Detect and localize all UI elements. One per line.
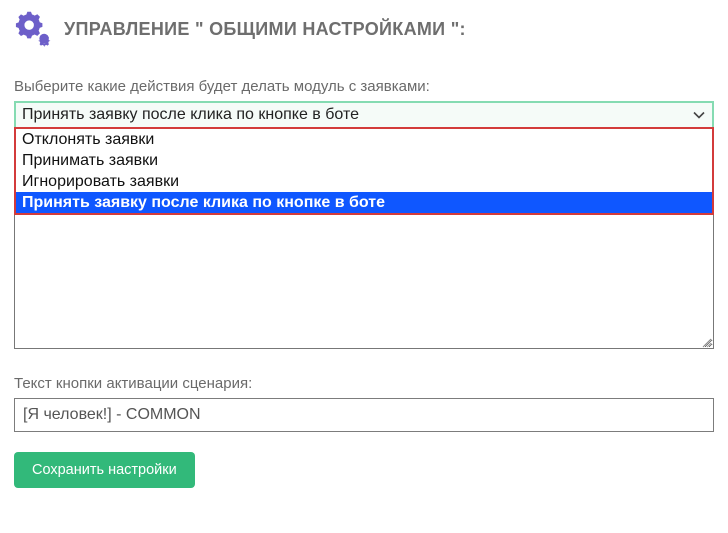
page-header: УПРАВЛЕНИЕ " ОБЩИМИ НАСТРОЙКАМИ ": — [0, 0, 728, 54]
dropdown-option[interactable]: Отклонять заявки — [16, 129, 712, 150]
gears-icon — [14, 10, 52, 48]
save-button[interactable]: Сохранить настройки — [14, 452, 195, 488]
content-area: Выберите какие действия будет делать мод… — [0, 54, 728, 502]
button-text-input[interactable] — [14, 398, 714, 432]
textarea-field[interactable] — [14, 215, 714, 349]
action-select-dropdown[interactable]: Отклонять заявки Принимать заявки Игнори… — [14, 127, 714, 215]
action-select-label: Выберите какие действия будет делать мод… — [14, 78, 714, 95]
page-title: УПРАВЛЕНИЕ " ОБЩИМИ НАСТРОЙКАМИ ": — [64, 19, 466, 40]
resize-handle-icon[interactable] — [700, 335, 712, 347]
dropdown-option-selected[interactable]: Принять заявку после клика по кнопке в б… — [16, 192, 712, 213]
action-select[interactable]: Принять заявку после клика по кнопке в б… — [14, 101, 714, 129]
action-select-value: Принять заявку после клика по кнопке в б… — [16, 103, 712, 127]
dropdown-option[interactable]: Принимать заявки — [16, 150, 712, 171]
button-text-label: Текст кнопки активации сценария: — [14, 375, 714, 392]
dropdown-option[interactable]: Игнорировать заявки — [16, 171, 712, 192]
